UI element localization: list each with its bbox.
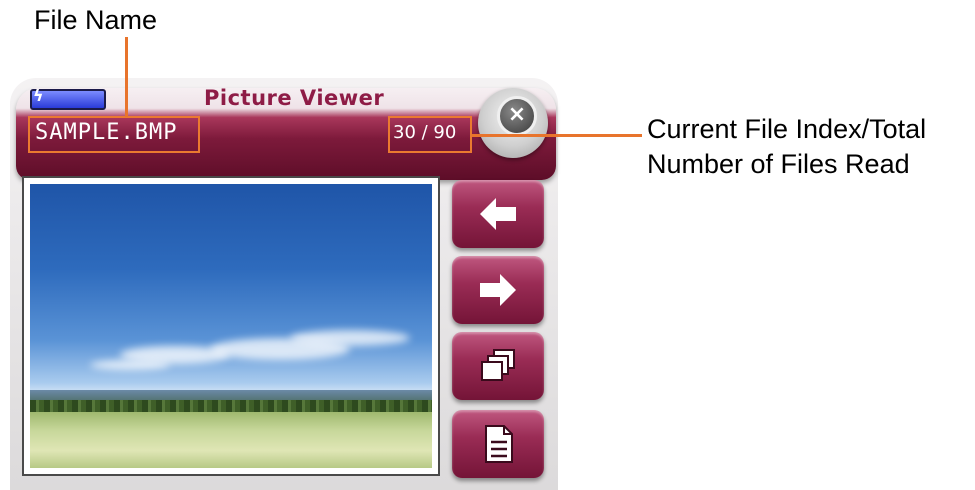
battery-charge-icon: ϟ <box>33 86 44 105</box>
file-index-highlight <box>388 116 472 153</box>
close-icon[interactable]: × <box>497 96 537 136</box>
picture-meadow <box>30 410 432 468</box>
arrow-right-icon <box>480 274 516 306</box>
picture-treeline <box>30 400 432 412</box>
file-name-leader-line <box>125 37 128 117</box>
stacked-pages-icon <box>481 349 515 381</box>
file-info-button[interactable] <box>452 410 544 478</box>
file-index-leader-line <box>472 134 642 137</box>
arrow-left-icon <box>480 198 516 230</box>
file-name-highlight <box>28 116 200 153</box>
picture-clouds <box>30 318 432 398</box>
file-name-callout-label: File Name <box>34 5 158 35</box>
thumbnail-view-button[interactable] <box>452 332 544 400</box>
document-icon <box>485 425 513 463</box>
previous-button[interactable] <box>452 180 544 248</box>
file-index-callout-label-line1: Current File Index/Total <box>647 114 927 144</box>
next-button[interactable] <box>452 256 544 324</box>
app-title: Picture Viewer <box>204 86 385 110</box>
file-index-callout-label-line2: Number of Files Read <box>647 149 910 179</box>
